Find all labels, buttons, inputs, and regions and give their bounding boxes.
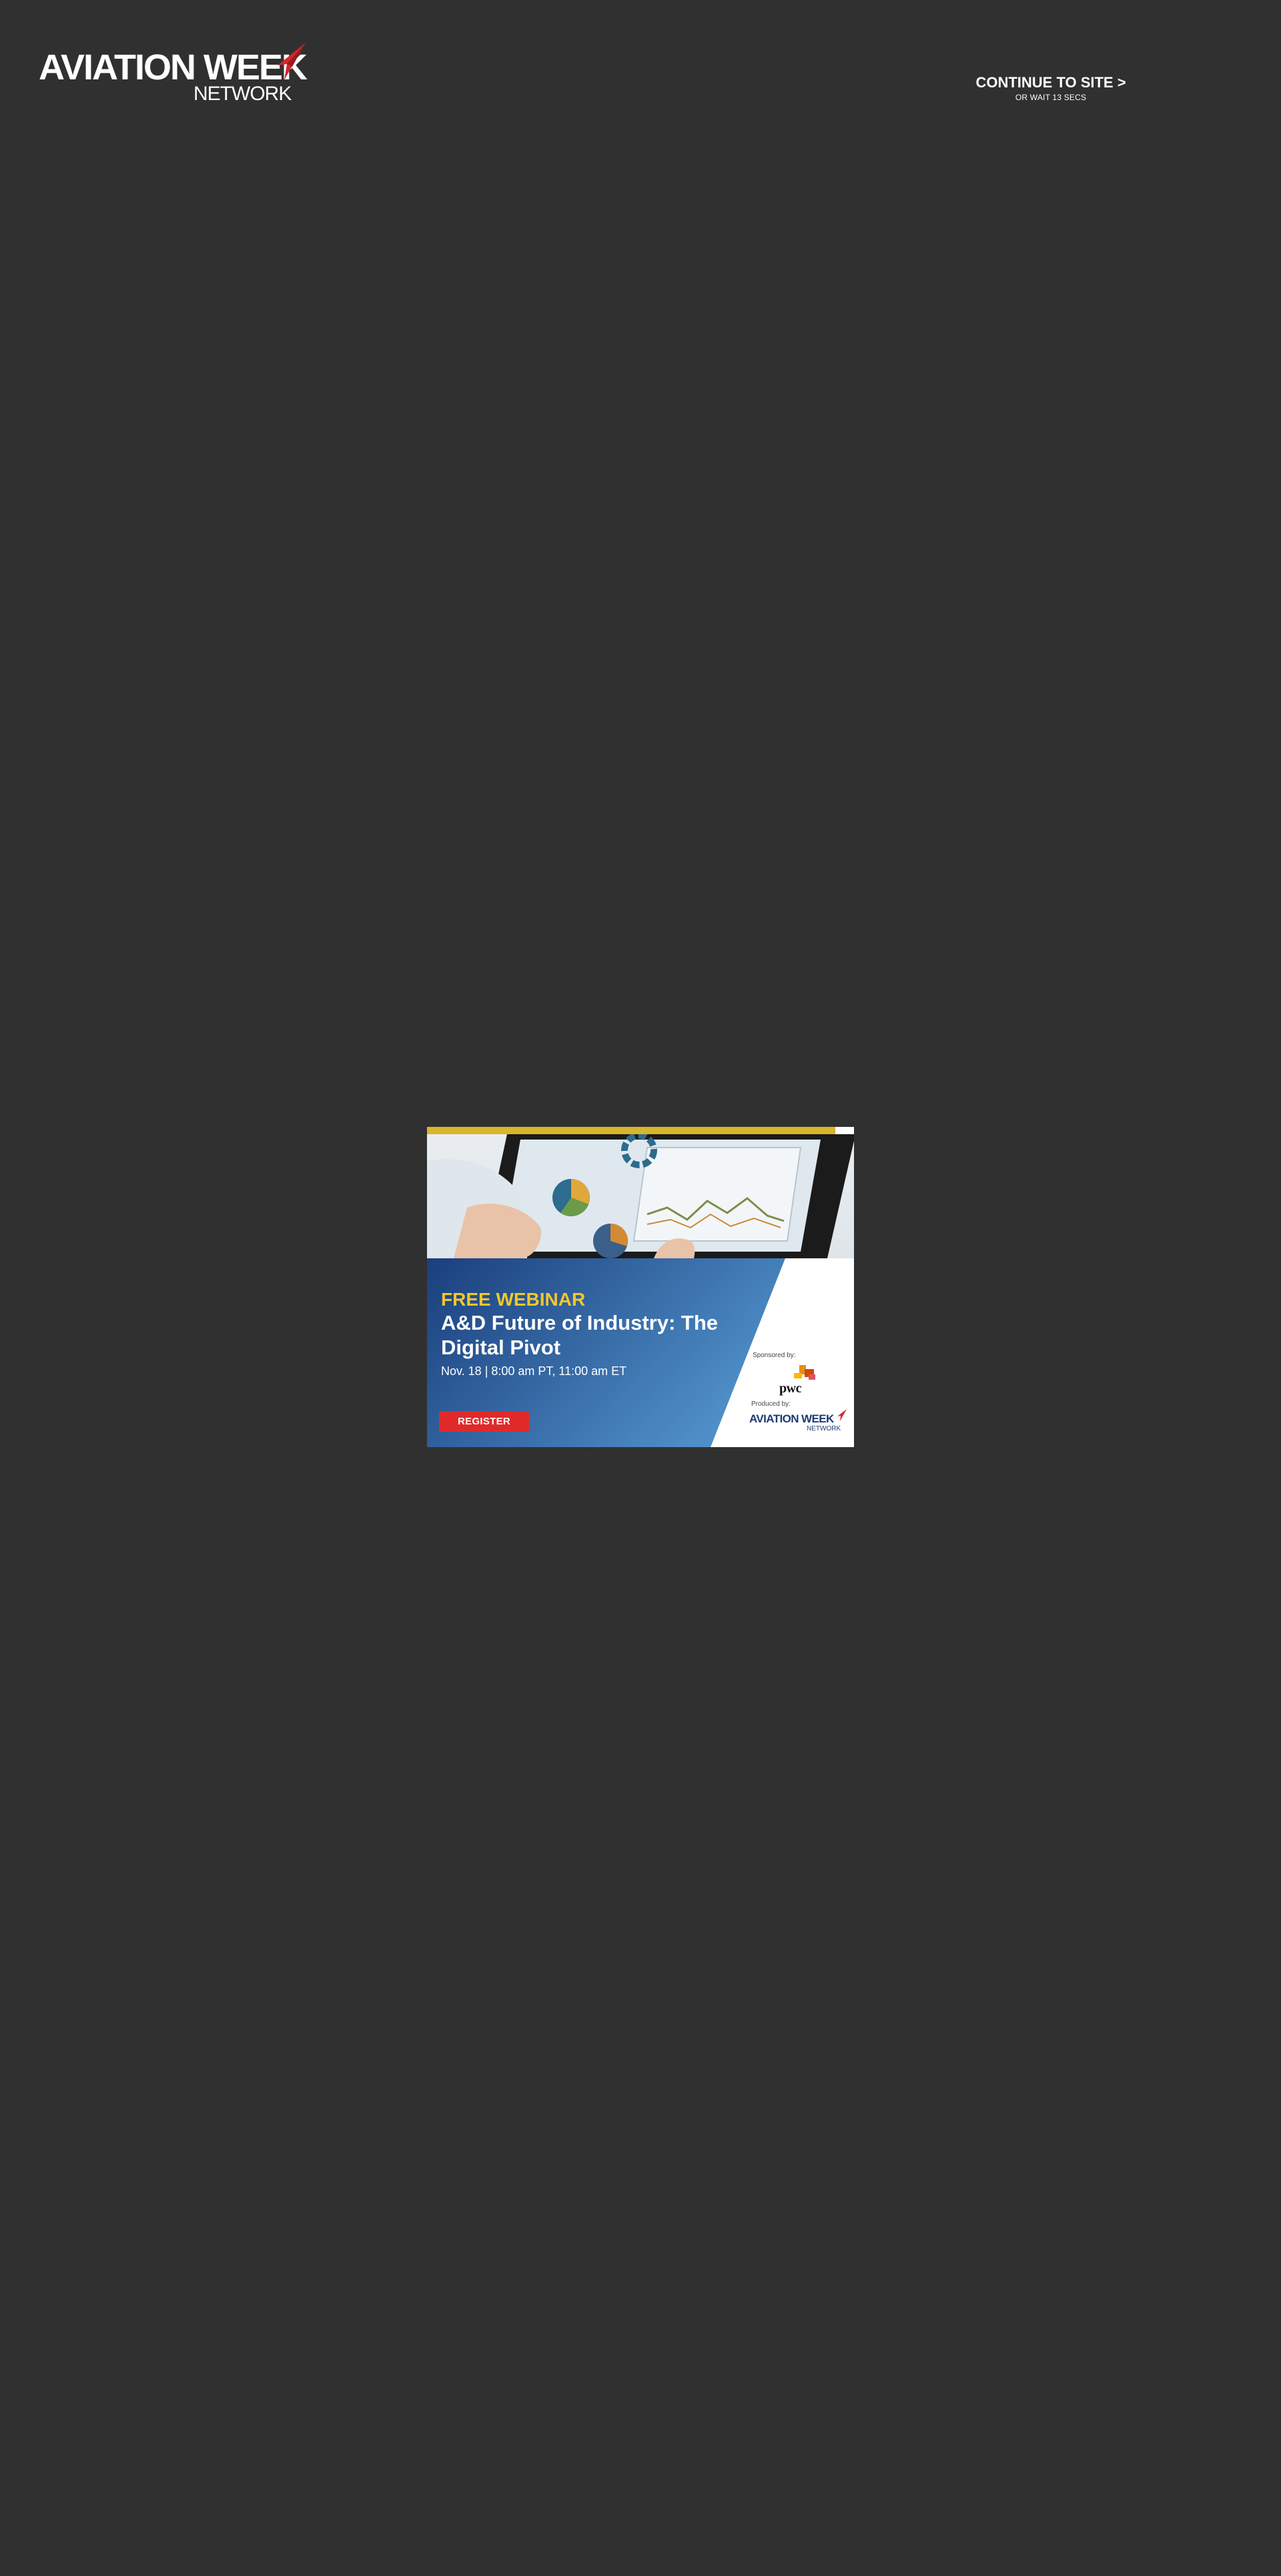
producer-logo-wordmark: AVIATION WEEK xyxy=(749,1412,834,1425)
ad-top-stripe xyxy=(427,1127,835,1134)
ad-kicker: FREE WEBINAR xyxy=(441,1289,586,1310)
ad-panel xyxy=(427,1127,854,1447)
paper-plane-icon xyxy=(278,43,306,80)
sponsored-label: Sponsored by: xyxy=(753,1352,796,1359)
ad-date: Nov. 18 | 8:00 am PT, 11:00 am ET xyxy=(441,1364,627,1378)
logo-wordmark: AVIATION WEEK xyxy=(39,47,308,87)
pwc-logo: pwc xyxy=(779,1365,819,1396)
ad-panel-shape xyxy=(427,1258,785,1447)
webinar-ad-banner[interactable]: FREE WEBINAR A&D Future of Industry: The… xyxy=(427,1127,854,1447)
wait-countdown: OR WAIT 13 SECS xyxy=(1015,93,1087,103)
produced-label: Produced by: xyxy=(751,1400,791,1408)
logo-subtext: NETWORK xyxy=(193,83,292,105)
producer-logo: AVIATION WEEK NETWORK xyxy=(749,1409,849,1436)
pwc-logo-text: pwc xyxy=(779,1381,801,1396)
aviation-week-logo[interactable]: AVIATION WEEK NETWORK xyxy=(39,43,308,109)
continue-to-site-link[interactable]: CONTINUE TO SITE > OR WAIT 13 SECS xyxy=(941,74,1161,103)
ad-title: A&D Future of Industry: The Digital Pivo… xyxy=(441,1311,719,1359)
paper-plane-icon xyxy=(837,1409,847,1421)
register-button[interactable]: REGISTER xyxy=(439,1411,529,1432)
producer-logo-subtext: NETWORK xyxy=(807,1425,841,1432)
continue-label: CONTINUE TO SITE > xyxy=(975,74,1126,91)
